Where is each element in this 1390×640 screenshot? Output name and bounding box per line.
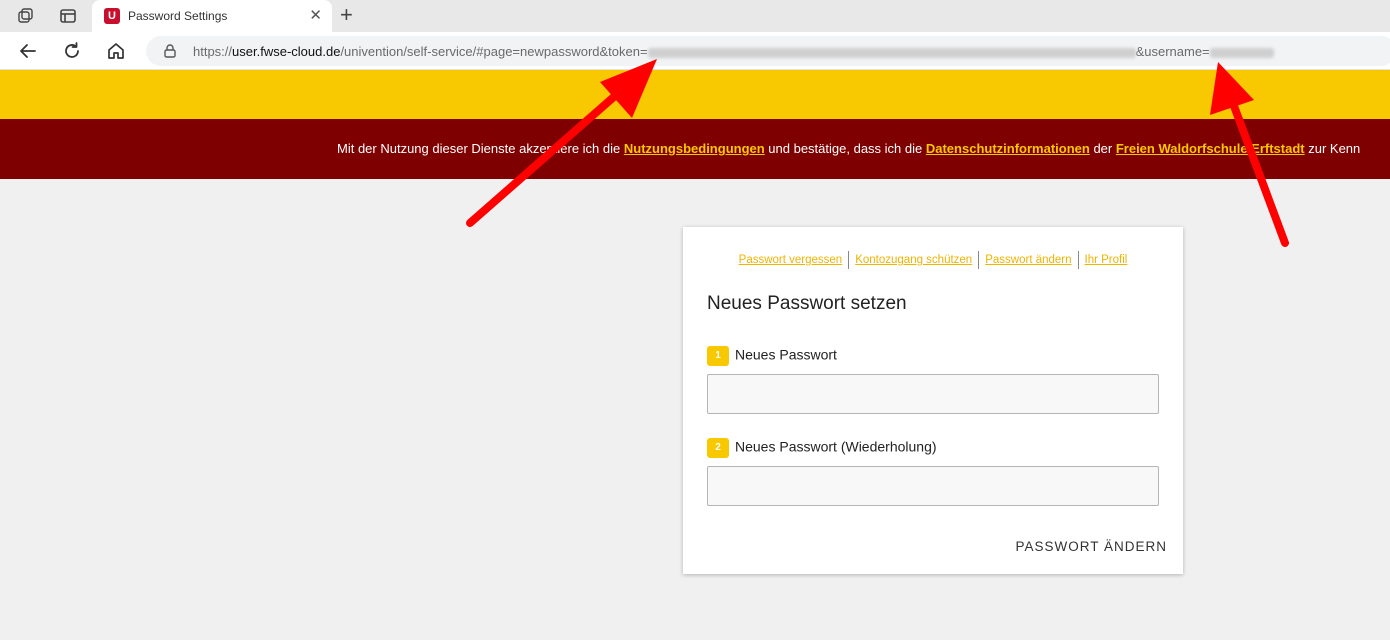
terms-banner: Mit der Nutzung dieser Dienste akzeptier… — [0, 119, 1390, 179]
new-password-card: Passwort vergessen Kontozugang schützen Pa… — [683, 227, 1183, 574]
workspaces-icon[interactable] — [16, 6, 36, 26]
home-icon[interactable] — [105, 40, 127, 62]
field-label-text: Neues Passwort (Wiederholung) — [735, 438, 937, 455]
nav-profile[interactable]: Ihr Profil — [1079, 254, 1134, 266]
browser-toolbar: https://user.fwse-cloud.de/univention/se… — [0, 32, 1390, 70]
tab-title: Password Settings — [128, 9, 228, 23]
univention-favicon-icon: U — [104, 8, 120, 24]
reload-icon[interactable] — [61, 40, 83, 62]
header-band — [0, 70, 1390, 119]
repeat-password-input[interactable] — [707, 466, 1159, 506]
notice-text: und bestätige, dass ich die — [764, 141, 926, 156]
url-host: user.fwse-cloud.de — [232, 44, 341, 59]
url-username-param: &username= — [1135, 44, 1210, 59]
terms-notice: Mit der Nutzung dieser Dienste akzeptier… — [337, 141, 1360, 156]
notice-text: Mit der Nutzung dieser Dienste akzeptier… — [337, 141, 624, 156]
privacy-link[interactable]: Datenschutzinformationen — [926, 141, 1090, 156]
close-tab-icon[interactable]: ✕ — [309, 7, 322, 25]
redacted-token — [647, 47, 1136, 58]
nav-forgot-password[interactable]: Passwort vergessen — [733, 254, 849, 266]
new-tab-plus-icon[interactable]: + — [340, 4, 353, 26]
change-password-button[interactable]: PASSWORT ÄNDERN — [1015, 539, 1167, 554]
repeat-password-label: 2 Neues Passwort (Wiederholung) — [707, 438, 937, 458]
url-scheme: https:// — [193, 44, 233, 59]
new-password-label: 1 Neues Passwort — [707, 346, 837, 366]
notice-text: zur Kenn — [1304, 141, 1361, 156]
new-password-input[interactable] — [707, 374, 1159, 414]
nav-protect-account[interactable]: Kontozugang schützen — [849, 254, 978, 266]
url-text: https://user.fwse-cloud.de/univention/se… — [193, 44, 1274, 59]
page-title: Neues Passwort setzen — [707, 293, 907, 314]
address-bar[interactable]: https://user.fwse-cloud.de/univention/se… — [146, 36, 1390, 66]
step-badge: 2 — [707, 438, 729, 458]
url-path: /univention/self-service/#page=newpasswo… — [340, 44, 648, 59]
back-arrow-icon[interactable] — [17, 40, 39, 62]
browser-tab-strip: U Password Settings ✕ + — [0, 0, 1390, 32]
school-link[interactable]: Freien Waldorfschule Erftstadt — [1116, 141, 1305, 156]
tab-actions-icon[interactable] — [58, 6, 78, 26]
self-service-nav: Passwort vergessen Kontozugang schützen Pa… — [683, 251, 1183, 269]
nav-change-password[interactable]: Passwort ändern — [979, 254, 1077, 266]
field-label-text: Neues Passwort — [735, 346, 837, 363]
notice-text: der — [1089, 141, 1116, 156]
terms-link[interactable]: Nutzungsbedingungen — [624, 141, 765, 156]
active-tab[interactable]: U Password Settings ✕ — [92, 0, 332, 32]
step-badge: 1 — [707, 346, 729, 366]
lock-icon[interactable] — [162, 43, 178, 59]
redacted-username — [1209, 47, 1274, 58]
